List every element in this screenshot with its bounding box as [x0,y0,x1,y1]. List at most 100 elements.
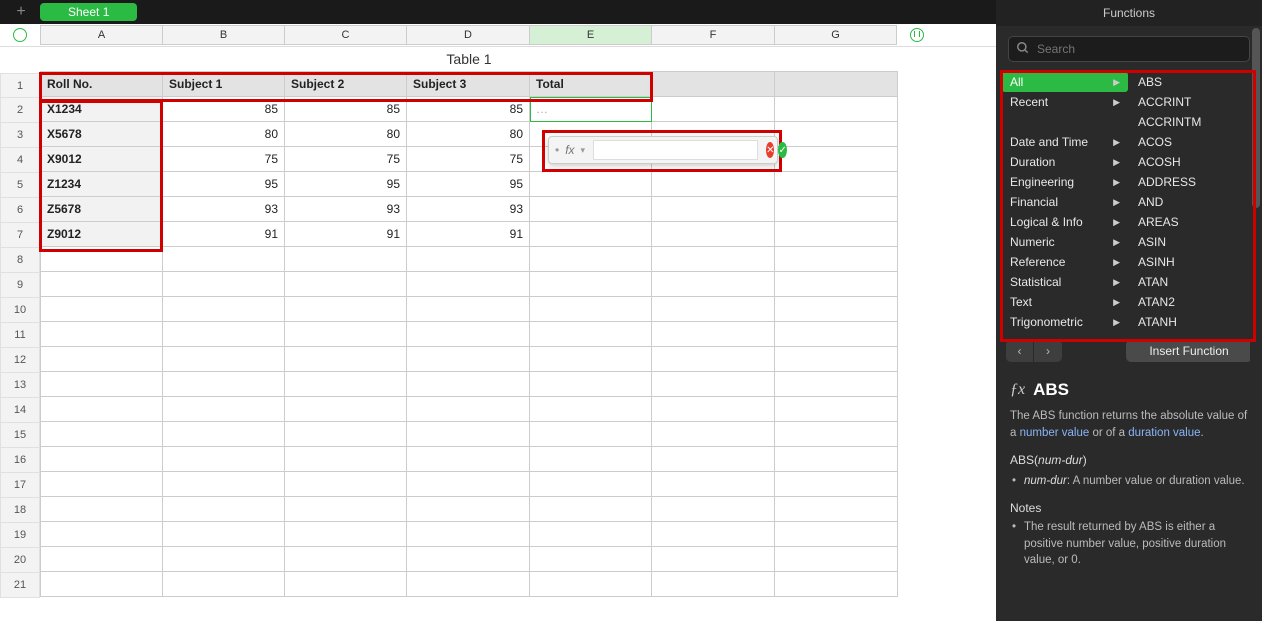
cell[interactable] [775,147,898,172]
cell[interactable] [530,497,652,522]
cell[interactable]: 75 [285,147,407,172]
col-handle-right[interactable] [897,28,937,42]
function-list-item[interactable]: ACOS [1130,132,1256,152]
cell[interactable] [407,297,530,322]
cell[interactable] [775,347,898,372]
cell[interactable] [41,547,163,572]
column-header[interactable]: B [162,25,284,45]
cell[interactable] [775,322,898,347]
cell[interactable] [407,497,530,522]
cell[interactable] [530,397,652,422]
cell[interactable] [163,472,285,497]
cell[interactable] [41,322,163,347]
cell[interactable] [652,297,775,322]
function-category-list[interactable]: All▶Recent▶Date and Time▶Duration▶Engine… [1002,72,1128,332]
cell[interactable] [285,472,407,497]
function-name-list[interactable]: ABSACCRINTACCRINTMACOSACOSHADDRESSANDARE… [1130,72,1256,332]
cell[interactable] [163,547,285,572]
cell[interactable] [530,322,652,347]
number-value-link[interactable]: number value [1020,427,1090,439]
function-category-item[interactable]: Text▶ [1002,292,1128,312]
cell[interactable] [652,272,775,297]
cell[interactable]: 91 [285,222,407,247]
row-header[interactable]: 12 [0,348,40,373]
cell[interactable] [652,422,775,447]
cell[interactable] [163,322,285,347]
cell[interactable] [775,372,898,397]
column-header[interactable]: G [774,25,897,45]
row-header[interactable]: 9 [0,273,40,298]
cell[interactable] [652,447,775,472]
cell[interactable] [285,372,407,397]
function-category-item[interactable]: Logical & Info▶ [1002,212,1128,232]
row-header[interactable]: 16 [0,448,40,473]
cell[interactable] [285,322,407,347]
cell[interactable] [775,197,898,222]
table-header-cell[interactable]: Subject 2 [285,72,407,97]
formula-editor[interactable]: • fx ▾ ✕ ✓ [548,136,778,164]
cell[interactable] [41,472,163,497]
row-header[interactable]: 15 [0,423,40,448]
cell[interactable] [775,422,898,447]
function-category-item[interactable]: Numeric▶ [1002,232,1128,252]
column-header[interactable]: A [40,25,162,45]
cell[interactable] [652,372,775,397]
function-list-item[interactable]: ASIN [1130,232,1256,252]
cell[interactable] [652,172,775,197]
cell[interactable] [530,272,652,297]
cell[interactable] [163,247,285,272]
cell[interactable] [652,497,775,522]
cell[interactable] [41,297,163,322]
insert-function-button[interactable]: Insert Function [1126,340,1252,362]
row-header[interactable]: 4 [0,148,40,173]
cell[interactable] [775,472,898,497]
cell[interactable]: 95 [407,172,530,197]
cell[interactable] [652,572,775,597]
cell[interactable] [530,447,652,472]
cell[interactable] [775,97,898,122]
cell[interactable]: X1234 [41,97,163,122]
cell[interactable] [530,547,652,572]
cell[interactable] [530,522,652,547]
cell[interactable] [41,572,163,597]
function-list-item[interactable]: ACCRINT [1130,92,1256,112]
cell[interactable]: 93 [285,197,407,222]
cell[interactable] [407,372,530,397]
row-header[interactable]: 11 [0,323,40,348]
cell[interactable] [652,347,775,372]
cell[interactable] [163,397,285,422]
cell[interactable] [285,247,407,272]
cell[interactable] [285,547,407,572]
cell[interactable]: 85 [163,97,285,122]
cell[interactable] [407,522,530,547]
cell[interactable] [285,297,407,322]
cell[interactable] [530,247,652,272]
row-header[interactable]: 20 [0,548,40,573]
cell[interactable] [163,372,285,397]
cell[interactable] [775,247,898,272]
cell[interactable] [285,572,407,597]
cell[interactable] [41,347,163,372]
cell[interactable] [285,397,407,422]
function-list-item[interactable]: ABS [1130,72,1256,92]
cell[interactable] [775,397,898,422]
table-header-cell[interactable]: Total [530,72,652,97]
cell[interactable] [163,447,285,472]
nav-back-button[interactable]: ‹ [1006,340,1034,362]
duration-value-link[interactable]: duration value [1128,427,1200,439]
cell[interactable] [41,372,163,397]
cell[interactable]: X9012 [41,147,163,172]
formula-input[interactable] [593,140,758,160]
cell[interactable]: 80 [163,122,285,147]
column-header[interactable]: F [651,25,774,45]
function-category-item[interactable]: Recent▶ [1002,92,1128,112]
function-list-item[interactable]: ATAN [1130,272,1256,292]
row-header[interactable]: 5 [0,173,40,198]
cell[interactable]: 80 [285,122,407,147]
function-list-item[interactable]: AREAS [1130,212,1256,232]
cell[interactable] [41,247,163,272]
spreadsheet-grid[interactable]: Table 1 Roll No.Subject 1Subject 2Subjec… [40,47,898,621]
cell[interactable] [163,522,285,547]
cell[interactable] [407,472,530,497]
cell[interactable] [775,497,898,522]
